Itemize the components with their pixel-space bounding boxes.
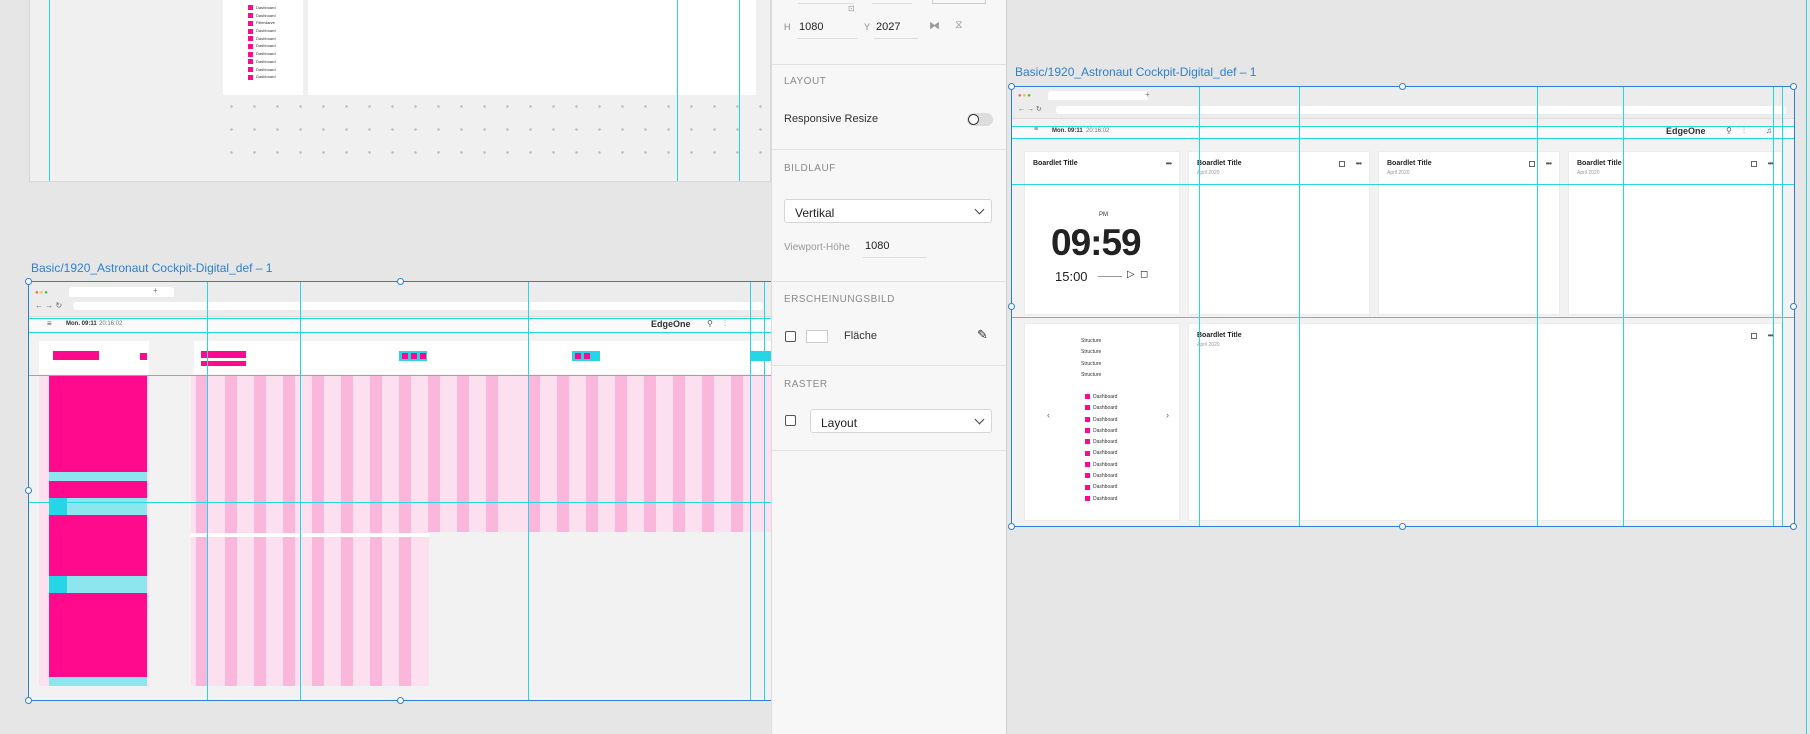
resize-handle[interactable] — [25, 487, 32, 494]
tree-item-label: Dashboard — [256, 43, 276, 49]
tree-item[interactable]: Dashboard — [248, 50, 276, 58]
grid-type-select[interactable]: Layout — [810, 409, 992, 433]
resize-handle[interactable] — [1790, 523, 1797, 530]
layout-section-title: LAYOUT — [784, 76, 827, 87]
scroll-section-title: BILDLAUF — [784, 163, 836, 174]
chevron-down-icon — [974, 204, 985, 215]
flip-vertical-icon[interactable]: ⧖ — [955, 19, 963, 32]
top-artboard-grid-dots — [220, 95, 770, 155]
resize-handle[interactable] — [1790, 83, 1797, 90]
tree-item[interactable]: Dashboard — [248, 42, 276, 50]
fill-label: Fläche — [844, 330, 878, 342]
appearance-section-title: ERSCHEINUNGSBILD — [784, 294, 895, 305]
h-underline — [797, 38, 857, 39]
scroll-direction-select[interactable]: Vertikal — [784, 199, 992, 223]
toggle-knob — [968, 114, 979, 125]
viewport-height-label: Viewport-Höhe — [784, 242, 850, 253]
w-field-stub — [798, 0, 854, 4]
tree-item[interactable]: Dashboard — [248, 73, 276, 81]
tree-item-label: Dashboard — [256, 58, 276, 64]
tree-item-label: Dashboard — [256, 12, 276, 18]
grid-type-value: Layout — [821, 416, 858, 430]
left-artboard-label[interactable]: Basic/1920_Astronaut Cockpit-Digital_def… — [31, 261, 272, 275]
right-artboard-selection[interactable] — [1011, 86, 1795, 527]
grid-checkbox[interactable] — [785, 415, 796, 426]
resize-handle[interactable] — [25, 278, 32, 285]
tree-item-label: Dashboard — [256, 28, 276, 34]
resize-handle[interactable] — [25, 697, 32, 704]
resize-handle[interactable] — [1008, 523, 1015, 530]
tree-item[interactable]: Dashboard — [248, 27, 276, 35]
color-square-icon — [248, 13, 253, 19]
responsive-resize-toggle[interactable] — [967, 113, 993, 126]
canvas-guide — [1806, 0, 1807, 734]
tree-item-label: Dashboard — [256, 51, 276, 57]
color-square-icon — [248, 5, 253, 11]
responsive-resize-label: Responsive Resize — [784, 113, 879, 125]
h-value[interactable]: 1080 — [799, 21, 823, 33]
resize-handle[interactable] — [397, 697, 404, 704]
viewport-height-value[interactable]: 1080 — [865, 240, 889, 252]
top-artboard-content — [308, 0, 756, 95]
resize-handle[interactable] — [1008, 303, 1015, 310]
tree-item-label: Filterdarve — [256, 20, 275, 26]
color-square-icon — [248, 36, 253, 42]
resize-handle[interactable] — [1399, 523, 1406, 530]
y-underline — [874, 38, 918, 39]
scroll-direction-value: Vertikal — [795, 206, 835, 220]
tree-item[interactable]: Dashboard — [248, 58, 276, 66]
left-artboard-selection[interactable] — [28, 281, 772, 701]
tree-item-label: Dashboard — [256, 35, 276, 41]
color-square-icon — [248, 28, 253, 34]
tree-item[interactable]: Dashboard — [248, 12, 276, 20]
resize-handle[interactable] — [1399, 83, 1406, 90]
tree-item-label: Dashboard — [256, 74, 276, 80]
color-square-icon — [248, 74, 253, 80]
color-square-icon — [248, 20, 253, 26]
lock-icon[interactable]: ⊡ — [848, 4, 855, 13]
viewport-underline — [863, 257, 927, 258]
h-label: H — [784, 22, 791, 32]
tree-item[interactable]: Dashboard — [248, 35, 276, 43]
resize-handle[interactable] — [1008, 83, 1015, 90]
color-square-icon — [248, 43, 253, 49]
eyedropper-icon[interactable]: ✎ — [977, 327, 988, 343]
tree-item-label: Dashboard — [256, 66, 276, 72]
color-square-icon — [248, 59, 253, 65]
color-square-icon — [248, 51, 253, 57]
resize-handle[interactable] — [397, 278, 404, 285]
inspector-panel: H 1080 ⊡ Y 2027 ⧓ ⧖ LAYOUT Responsive Re… — [771, 0, 1007, 734]
tree-item[interactable]: Filterdarve — [248, 19, 276, 27]
grid-section-title: RASTER — [784, 379, 828, 390]
color-square-icon — [248, 66, 253, 72]
rotate-stub — [932, 0, 986, 4]
tree-list: Dashboard Dashboard Filterdarve Dashboard Da… — [248, 4, 276, 81]
fill-checkbox[interactable] — [785, 331, 796, 342]
fill-color-swatch[interactable] — [806, 330, 828, 343]
flip-horizontal-icon[interactable]: ⧓ — [929, 19, 940, 32]
tree-item-label: Dashboard — [256, 5, 276, 10]
y-label: Y — [864, 22, 871, 32]
tree-item[interactable]: Dashboard — [248, 66, 276, 74]
x-field-stub — [872, 0, 912, 4]
tree-item[interactable]: Dashboard — [248, 4, 276, 12]
right-artboard-label[interactable]: Basic/1920_Astronaut Cockpit-Digital_def… — [1015, 65, 1256, 79]
top-artboard-sidebar: Dashboard Dashboard Filterdarve Dashboard Da… — [223, 0, 303, 95]
chevron-down-icon — [974, 414, 985, 425]
top-artboard[interactable]: Dashboard Dashboard Filterdarve Dashboard Da… — [29, 0, 771, 182]
y-value[interactable]: 2027 — [876, 21, 900, 33]
resize-handle[interactable] — [1790, 303, 1797, 310]
